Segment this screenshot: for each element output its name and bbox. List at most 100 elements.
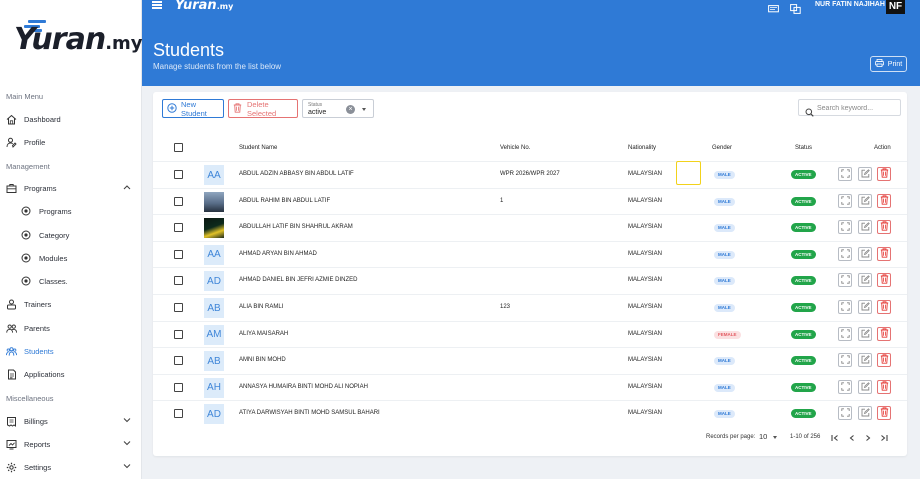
sidebar-item-trainers[interactable]: Trainers — [0, 293, 141, 315]
student-name[interactable]: ANNASYA HUMAIRA BINTI MOHD ALI NOPIAH — [239, 384, 368, 390]
table-row[interactable]: AA ABDUL ADZIN ABBASY BIN ABDUL LATIF WPR … — [153, 161, 907, 188]
row-checkbox[interactable] — [174, 170, 183, 179]
view-button[interactable] — [838, 379, 852, 394]
row-checkbox[interactable] — [174, 223, 183, 233]
next-page-icon[interactable] — [864, 434, 872, 444]
edit-button[interactable] — [858, 167, 872, 181]
sidebar-item-billings[interactable]: Billings — [0, 410, 141, 432]
menu-icon[interactable] — [152, 1, 162, 9]
student-name[interactable]: AHMAD DANIEL BIN JEFRI AZMIE DINZED — [239, 277, 357, 283]
delete-button[interactable] — [877, 273, 891, 288]
row-checkbox[interactable] — [174, 409, 183, 419]
row-checkbox[interactable] — [174, 382, 183, 392]
user-name[interactable]: NUR FATIN NAJIHAH — [815, 1, 885, 8]
edit-button[interactable] — [858, 379, 872, 394]
row-checkbox[interactable] — [174, 329, 183, 339]
chevron-down-icon[interactable] — [123, 439, 131, 448]
student-name[interactable]: ABDUL ADZIN ABBASY BIN ABDUL LATIF — [239, 171, 354, 177]
select-all-checkbox[interactable] — [174, 143, 183, 152]
student-name[interactable]: ABDUL RAHIM BIN ABDUL LATIF — [239, 198, 330, 204]
view-button[interactable] — [838, 326, 852, 341]
sidebar-item-programs[interactable]: Programs — [0, 177, 141, 199]
col-header-name[interactable]: Student Name — [239, 145, 277, 151]
edit-button[interactable] — [858, 300, 872, 314]
avatar[interactable]: NF — [886, 0, 905, 14]
col-header-gender[interactable]: Gender — [712, 145, 732, 151]
table-row[interactable]: AA AHMAD ARYAN BIN AHMAD MALAYSIAN MALE ACTI… — [153, 240, 907, 268]
print-button[interactable]: Print — [870, 56, 907, 72]
table-row[interactable]: AB AMNI BIN MOHD MALAYSIAN MALE ACTIVE — [153, 347, 907, 374]
first-page-icon[interactable] — [831, 434, 839, 444]
delete-button[interactable] — [877, 220, 891, 235]
chevron-up-icon[interactable] — [123, 183, 131, 192]
view-button[interactable] — [838, 406, 852, 421]
delete-button[interactable] — [877, 193, 891, 208]
view-button[interactable] — [838, 220, 852, 235]
table-row[interactable]: AB ALIA BIN RAMLI 123 MALAYSIAN MALE ACTIVE — [153, 294, 907, 321]
records-per-page-select[interactable]: 10 — [759, 432, 778, 441]
chevron-down-icon[interactable] — [362, 108, 366, 111]
table-row[interactable]: AD AHMAD DANIEL BIN JEFRI AZMIE DINZED MAL… — [153, 267, 907, 294]
edit-button[interactable] — [858, 193, 872, 208]
student-name[interactable]: AMNI BIN MOHD — [239, 357, 286, 363]
prev-page-icon[interactable] — [848, 434, 856, 444]
clear-icon[interactable]: × — [346, 105, 355, 114]
delete-button[interactable] — [877, 167, 891, 181]
edit-button[interactable] — [858, 326, 872, 341]
view-button[interactable] — [838, 353, 852, 368]
sidebar-item-students[interactable]: Students — [0, 340, 141, 362]
delete-selected-button[interactable]: Delete Selected — [228, 99, 298, 118]
brand-logo[interactable]: Yuran.my — [12, 20, 143, 60]
table-row[interactable]: AD ATIYA DARWISYAH BINTI MOHD SAMSUL BAHA… — [153, 400, 907, 427]
sidebar-item-parents[interactable]: Parents — [0, 317, 141, 339]
table-row[interactable]: AM ALIYA MAISARAH MALAYSIAN FEMALE ACTIVE — [153, 320, 907, 348]
table-row[interactable]: ABDUL RAHIM BIN ABDUL LATIF 1 MALAYSIAN MAL… — [153, 187, 907, 215]
delete-button[interactable] — [877, 353, 891, 368]
student-name[interactable]: ALIA BIN RAMLI — [239, 304, 283, 310]
chat-icon[interactable] — [768, 1, 779, 13]
delete-button[interactable] — [877, 326, 891, 341]
search-box[interactable] — [798, 99, 901, 117]
delete-button[interactable] — [877, 246, 891, 261]
new-student-button[interactable]: New Student — [162, 99, 224, 118]
table-row[interactable]: AH ANNASYA HUMAIRA BINTI MOHD ALI NOPIAH M… — [153, 373, 907, 401]
row-checkbox[interactable] — [174, 276, 183, 286]
view-button[interactable] — [838, 193, 852, 208]
view-button[interactable] — [838, 300, 852, 314]
sidebar-item-reports[interactable]: Reports — [0, 433, 141, 455]
sidebar-item-dashboard[interactable]: Dashboard — [0, 108, 141, 130]
row-checkbox[interactable] — [174, 356, 183, 366]
view-button[interactable] — [838, 167, 852, 181]
student-name[interactable]: ABDULLAH LATIF BIN SHAHRUL AKRAM — [239, 224, 353, 230]
sidebar-item-settings[interactable]: Settings — [0, 456, 141, 478]
view-button[interactable] — [838, 273, 852, 288]
sidebar-item-applications[interactable]: Applications — [0, 363, 141, 385]
edit-button[interactable] — [858, 246, 872, 261]
header-logo[interactable]: Yuran.my — [175, 0, 233, 13]
delete-button[interactable] — [877, 379, 891, 394]
sidebar-item-programs-sub[interactable]: Programs — [0, 200, 141, 222]
sidebar-item-modules[interactable]: Modules — [0, 247, 141, 269]
status-filter-select[interactable]: Status active × — [302, 99, 374, 118]
edit-button[interactable] — [858, 220, 872, 235]
edit-button[interactable] — [858, 273, 872, 288]
row-checkbox[interactable] — [174, 249, 183, 259]
student-name[interactable]: AHMAD ARYAN BIN AHMAD — [239, 251, 317, 257]
chevron-down-icon[interactable] — [123, 416, 131, 425]
col-header-status[interactable]: Status — [795, 145, 812, 151]
search-input[interactable] — [817, 103, 897, 113]
delete-button[interactable] — [877, 300, 891, 314]
sidebar-item-category[interactable]: Category — [0, 224, 141, 246]
edit-button[interactable] — [858, 353, 872, 368]
chevron-down-icon[interactable] — [123, 462, 131, 471]
switch-icon[interactable] — [790, 1, 801, 14]
col-header-nationality[interactable]: Nationality — [628, 145, 656, 151]
sidebar-item-classes[interactable]: Classes. — [0, 270, 141, 292]
col-header-vehicle[interactable]: Vehicle No. — [500, 145, 530, 151]
last-page-icon[interactable] — [880, 434, 888, 444]
student-name[interactable]: ATIYA DARWISYAH BINTI MOHD SAMSUL BAHARI — [239, 410, 380, 416]
delete-button[interactable] — [877, 406, 891, 421]
table-row[interactable]: ABDULLAH LATIF BIN SHAHRUL AKRAM MALAYSIA… — [153, 214, 907, 241]
student-name[interactable]: ALIYA MAISARAH — [239, 331, 288, 337]
sidebar-item-profile[interactable]: Profile — [0, 131, 141, 153]
